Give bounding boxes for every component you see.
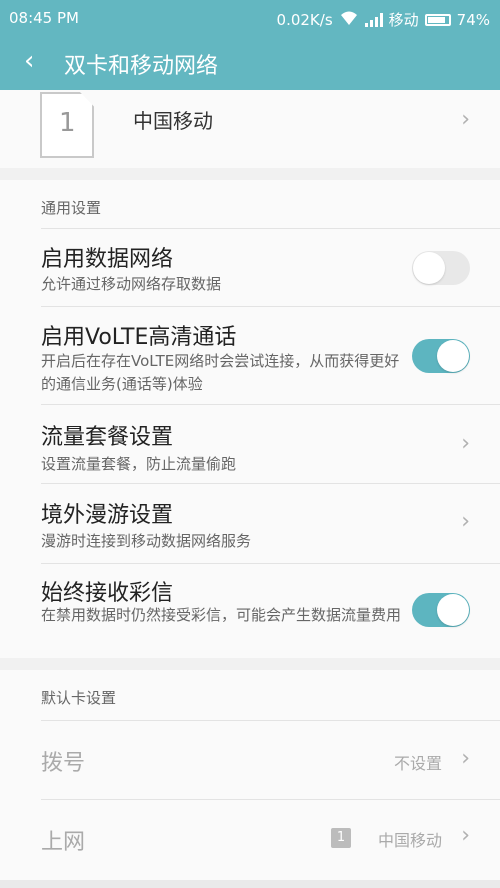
- sim-card-row[interactable]: 1 中国移动 ›: [0, 90, 500, 168]
- setting-subtitle: 允许通过移动网络存取数据: [41, 275, 222, 293]
- general-settings-section: 通用设置 启用数据网络 允许通过移动网络存取数据 启用VoLTE高清通话 开启后…: [0, 180, 500, 658]
- wifi-icon: [339, 10, 359, 30]
- setting-title: 启用VoLTE高清通话: [41, 325, 237, 350]
- setting-title: 始终接收彩信: [41, 581, 174, 606]
- chevron-right-icon: ›: [461, 746, 470, 771]
- setting-volte[interactable]: 启用VoLTE高清通话 开启后在存在VoLTE网络时会尝试连接，从而获得更好的通…: [0, 307, 500, 404]
- status-time: 08:45 PM: [9, 9, 79, 27]
- setting-subtitle: 设置流量套餐，防止流量偷跑: [41, 455, 237, 473]
- dial-value: 不设置: [393, 754, 442, 773]
- sim-slot-number: 1: [59, 108, 76, 138]
- battery-icon: [424, 13, 451, 26]
- chevron-right-icon: ›: [461, 107, 470, 132]
- dial-label: 拨号: [41, 751, 86, 776]
- divider: [41, 228, 500, 229]
- mms-toggle[interactable]: [412, 593, 470, 627]
- sim-badge: 1: [331, 828, 351, 848]
- sim-card-icon: 1: [40, 92, 94, 158]
- setting-title: 境外漫游设置: [41, 503, 174, 528]
- setting-roaming[interactable]: 境外漫游设置 漫游时连接到移动数据网络服务 ›: [0, 484, 500, 563]
- section-header-default-card: 默认卡设置: [41, 689, 117, 707]
- setting-title: 启用数据网络: [41, 247, 174, 272]
- status-right: 0.02K/s 移动 74%: [277, 9, 490, 30]
- network-speed: 0.02K/s: [276, 10, 333, 29]
- sim-carrier-name: 中国移动: [133, 109, 213, 133]
- internet-value: 中国移动: [377, 831, 442, 850]
- carrier-label: 移动: [388, 11, 419, 29]
- setting-subtitle: 在禁用数据时仍然接受彩信，可能会产生数据流量费用: [41, 606, 402, 624]
- setting-title: 流量套餐设置: [41, 425, 174, 450]
- internet-label: 上网: [41, 830, 86, 855]
- default-card-section: 默认卡设置 拨号 不设置 › 上网 1 中国移动 ›: [0, 670, 500, 880]
- default-internet-row[interactable]: 上网 1 中国移动 ›: [0, 800, 500, 878]
- title-bar: ‹ 双卡和移动网络: [0, 36, 500, 90]
- setting-data-network[interactable]: 启用数据网络 允许通过移动网络存取数据: [0, 230, 500, 306]
- signal-icon: [364, 12, 383, 27]
- setting-mms[interactable]: 始终接收彩信 在禁用数据时仍然接受彩信，可能会产生数据流量费用: [0, 564, 500, 658]
- page-title: 双卡和移动网络: [64, 54, 219, 79]
- back-arrow-icon[interactable]: ‹: [24, 46, 34, 76]
- setting-data-plan[interactable]: 流量套餐设置 设置流量套餐，防止流量偷跑 ›: [0, 405, 500, 483]
- section-header-general: 通用设置: [41, 199, 102, 217]
- chevron-right-icon: ›: [461, 509, 470, 534]
- battery-percent: 74%: [456, 10, 490, 29]
- chevron-right-icon: ›: [461, 823, 470, 848]
- setting-subtitle: 开启后在存在VoLTE网络时会尝试连接，从而获得更好的通信业务(通话等)体验: [41, 352, 400, 393]
- data-network-toggle[interactable]: [412, 251, 470, 285]
- status-bar: 08:45 PM 0.02K/s 移动 74%: [0, 0, 500, 36]
- default-dial-row[interactable]: 拨号 不设置 ›: [0, 721, 500, 799]
- setting-subtitle: 漫游时连接到移动数据网络服务: [41, 532, 252, 550]
- volte-toggle[interactable]: [412, 339, 470, 373]
- chevron-right-icon: ›: [461, 431, 470, 456]
- bottom-strip: [0, 880, 500, 888]
